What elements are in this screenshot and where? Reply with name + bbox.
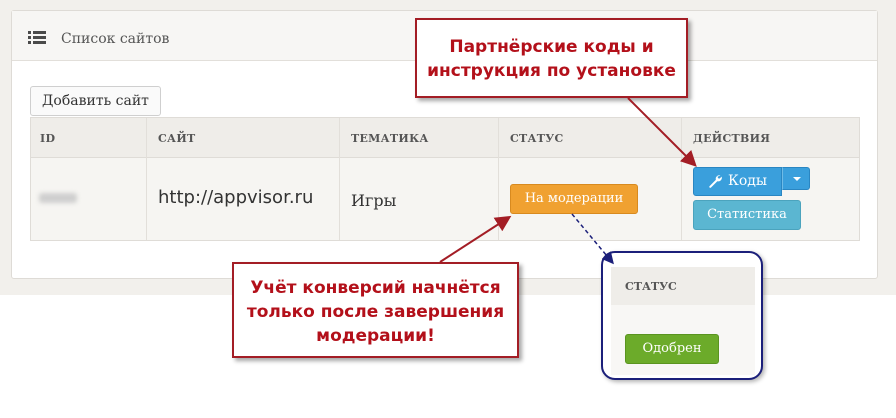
column-header-id: ID xyxy=(40,132,56,145)
panel-title: Список сайтов xyxy=(61,31,170,47)
sites-table: ID САЙТ ТЕМАТИКА СТАТУС ДЕЙСТВИЯ http://… xyxy=(30,117,860,241)
column-header-status: СТАТУС xyxy=(510,132,564,145)
codes-callout: Партнёрские коды и инструкция по установ… xyxy=(415,18,688,98)
list-icon xyxy=(28,31,46,44)
codes-dropdown-toggle[interactable] xyxy=(782,167,810,190)
caret-down-icon xyxy=(793,177,801,181)
inset-header-label: СТАТУС xyxy=(625,280,677,293)
codes-button-label: Коды xyxy=(728,173,768,189)
column-divider xyxy=(146,118,147,240)
wrench-icon xyxy=(709,175,722,188)
status-approved-button[interactable]: Одобрен xyxy=(625,334,719,364)
column-divider xyxy=(681,118,682,240)
status-moderation-button[interactable]: На модерации xyxy=(510,184,638,214)
column-header-site: САЙТ xyxy=(158,132,196,145)
column-divider xyxy=(339,118,340,240)
add-site-button[interactable]: Добавить сайт xyxy=(30,86,161,116)
column-header-actions: ДЕЙСТВИЯ xyxy=(693,132,771,145)
column-header-theme: ТЕМАТИКА xyxy=(351,132,429,145)
status-inset: СТАТУС Одобрен xyxy=(601,251,763,380)
blurred-id xyxy=(39,193,77,203)
site-theme: Игры xyxy=(351,191,397,210)
conversion-callout: Учёт конверсий начнётся только после зав… xyxy=(232,262,519,358)
inset-body: Одобрен xyxy=(611,305,755,375)
inset-header: СТАТУС xyxy=(611,267,755,306)
statistics-button[interactable]: Статистика xyxy=(693,200,801,230)
table-header: ID САЙТ ТЕМАТИКА СТАТУС ДЕЙСТВИЯ xyxy=(31,118,859,158)
codes-button[interactable]: Коды xyxy=(693,167,782,196)
site-url[interactable]: http://appvisor.ru xyxy=(158,187,313,208)
column-divider xyxy=(498,118,499,240)
